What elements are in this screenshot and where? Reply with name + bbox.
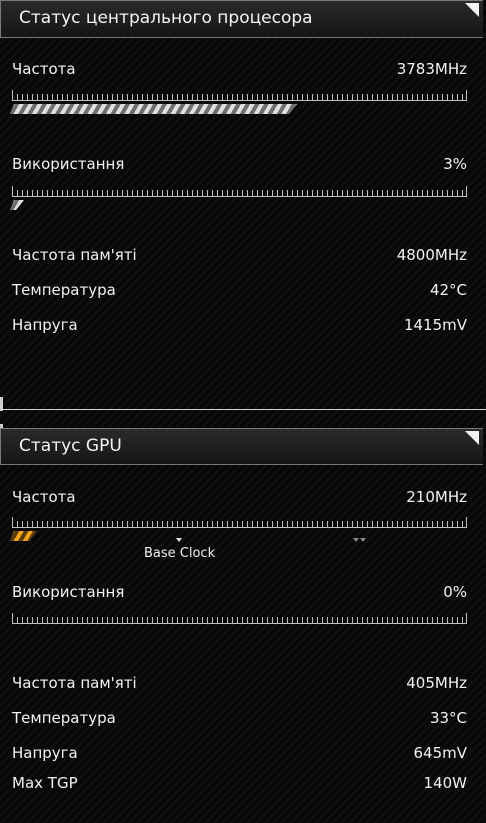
- gpu-memory-frequency-value: 405MHz: [406, 674, 467, 692]
- cpu-memory-frequency-value: 4800MHz: [396, 246, 467, 264]
- gpu-panel-header: Статус GPU: [0, 428, 483, 465]
- gpu-max-tgp-value: 140W: [423, 774, 467, 792]
- gpu-frequency-value: 210MHz: [406, 488, 467, 506]
- cpu-frequency-bar: [10, 104, 297, 114]
- cpu-frequency-value: 3783MHz: [396, 60, 467, 78]
- gpu-status-panel: Статус GPU Частота 210MHz Base Clock Вик…: [0, 424, 486, 823]
- gpu-panel-title: Статус GPU: [19, 436, 122, 456]
- cpu-panel-header: Статус центрального процесора: [0, 0, 483, 38]
- cpu-temperature-value: 42°C: [429, 281, 467, 299]
- cpu-usage-bar: [10, 200, 24, 210]
- gpu-temperature-label: Температура: [12, 709, 116, 727]
- gpu-usage-scale: [12, 613, 467, 624]
- gpu-frequency-row: Частота 210MHz: [12, 488, 467, 512]
- cpu-voltage-label: Напруга: [12, 316, 78, 334]
- gpu-frequency-bar: [10, 531, 37, 541]
- gpu-max-tgp-row: Max TGP 140W: [12, 774, 467, 798]
- cpu-frequency-scale: [12, 90, 467, 101]
- cpu-usage-value: 3%: [443, 155, 467, 173]
- gpu-temperature-value: 33°C: [429, 709, 467, 727]
- base-clock-label: Base Clock: [144, 546, 216, 561]
- cpu-usage-label: Використання: [12, 155, 125, 173]
- gpu-usage-value: 0%: [443, 583, 467, 601]
- boost-clock-marker-icon: [353, 538, 359, 542]
- gpu-voltage-row: Напруга 645mV: [12, 744, 467, 768]
- gpu-usage-label: Використання: [12, 583, 125, 601]
- cpu-memory-frequency-row: Частота пам'яті 4800MHz: [12, 246, 467, 270]
- gpu-voltage-label: Напруга: [12, 744, 78, 762]
- gpu-temperature-row: Температура 33°C: [12, 709, 467, 733]
- cpu-frequency-label: Частота: [12, 60, 76, 78]
- gpu-memory-frequency-row: Частота пам'яті 405MHz: [12, 674, 467, 698]
- corner-triangle-icon: [465, 431, 479, 445]
- boost-clock-marker-icon-2: [360, 538, 366, 542]
- cpu-temperature-label: Температура: [12, 281, 116, 299]
- gpu-max-tgp-label: Max TGP: [12, 774, 78, 792]
- base-clock-marker-icon: [176, 538, 182, 542]
- cpu-voltage-row: Напруга 1415mV: [12, 316, 467, 340]
- gpu-memory-frequency-label: Частота пам'яті: [12, 674, 137, 692]
- gpu-usage-row: Використання 0%: [12, 583, 467, 607]
- cpu-voltage-value: 1415mV: [403, 316, 467, 334]
- gpu-frequency-scale: [12, 517, 467, 528]
- cpu-frequency-row: Частота 3783MHz: [12, 60, 467, 84]
- cpu-panel-title: Статус центрального процесора: [19, 8, 313, 28]
- cpu-status-panel: Статус центрального процесора Частота 37…: [0, 0, 486, 412]
- cpu-usage-row: Використання 3%: [12, 155, 467, 179]
- gpu-voltage-value: 645mV: [413, 744, 467, 762]
- corner-triangle-icon: [465, 3, 479, 17]
- cpu-temperature-row: Температура 42°C: [12, 281, 467, 305]
- cpu-panel-bottom-line: [0, 409, 486, 410]
- cpu-usage-scale: [12, 186, 467, 197]
- cpu-memory-frequency-label: Частота пам'яті: [12, 246, 137, 264]
- gpu-frequency-label: Частота: [12, 488, 76, 506]
